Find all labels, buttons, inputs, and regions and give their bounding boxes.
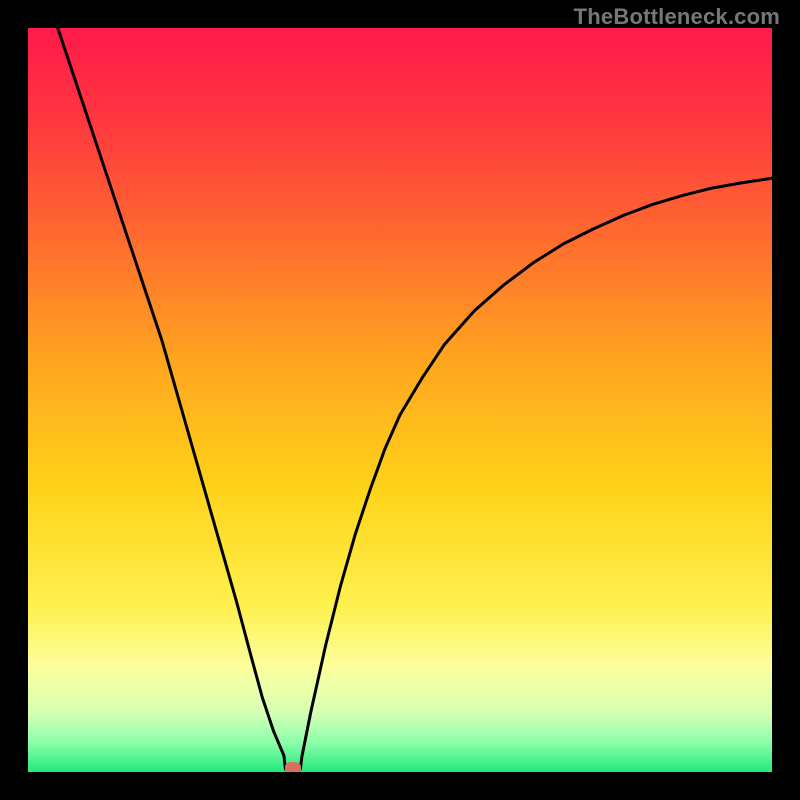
chart-frame: TheBottleneck.com [0, 0, 800, 800]
plot-area [28, 28, 772, 772]
bottleneck-curve [28, 28, 772, 772]
curve-path [58, 28, 772, 769]
minimum-marker [285, 762, 301, 772]
watermark-text: TheBottleneck.com [574, 4, 780, 30]
